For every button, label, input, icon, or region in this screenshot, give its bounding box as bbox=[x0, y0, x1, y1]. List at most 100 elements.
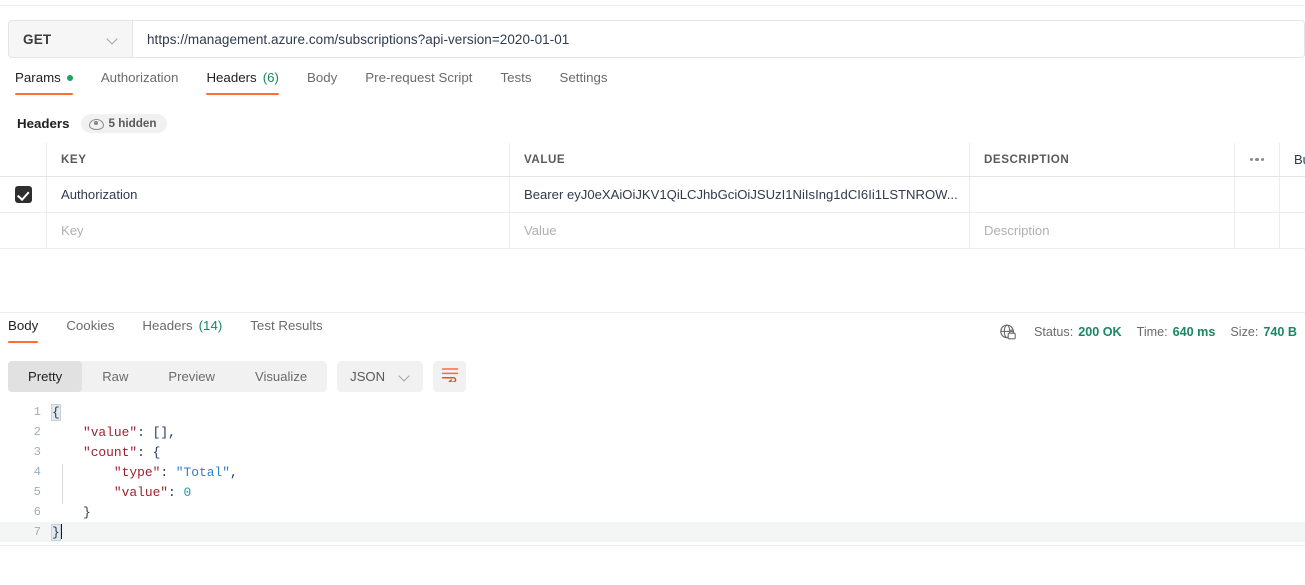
time-value: 640 ms bbox=[1172, 325, 1216, 339]
response-tab-headers-label: Headers bbox=[142, 318, 193, 333]
response-tab-test-results-label: Test Results bbox=[250, 318, 323, 333]
response-size-group: Size: 740 B bbox=[1230, 325, 1297, 339]
table-options-button[interactable] bbox=[1235, 143, 1280, 176]
new-header-key-input[interactable]: Key bbox=[61, 223, 84, 238]
table-row[interactable]: Authorization Bearer eyJ0eXAiOiJKV1QiLCJ… bbox=[0, 177, 1305, 213]
headers-table: KEY VALUE DESCRIPTION Bu Authorization B… bbox=[0, 143, 1305, 249]
header-value-input[interactable]: Bearer eyJ0eXAiOiJKV1QiLCJhbGciOiJSUzI1N… bbox=[524, 187, 958, 202]
table-row[interactable]: Key Value Description bbox=[0, 213, 1305, 249]
tab-params-label: Params bbox=[15, 70, 61, 85]
new-header-value-input[interactable]: Value bbox=[524, 223, 557, 238]
http-method-select[interactable]: GET bbox=[9, 21, 133, 57]
tab-settings-label: Settings bbox=[559, 70, 608, 85]
code-line-text: "value": [], bbox=[82, 424, 176, 440]
code-line[interactable]: 7} bbox=[0, 522, 1305, 542]
chevron-down-icon bbox=[107, 34, 118, 45]
status-label: Status: bbox=[1034, 325, 1074, 339]
time-label: Time: bbox=[1136, 325, 1168, 339]
tab-authorization-label: Authorization bbox=[100, 70, 179, 85]
text-cursor bbox=[60, 524, 63, 539]
tab-body[interactable]: Body bbox=[293, 70, 351, 95]
tab-pre-request-script[interactable]: Pre-request Script bbox=[351, 70, 486, 95]
code-bottom-divider bbox=[0, 545, 1305, 546]
response-tab-test-results[interactable]: Test Results bbox=[236, 318, 336, 343]
bulk-edit-label: Bu bbox=[1294, 152, 1305, 167]
placeholder-checkbox-cell bbox=[0, 213, 47, 248]
code-line[interactable]: 6 } bbox=[0, 502, 1305, 522]
wrap-text-button[interactable] bbox=[433, 360, 467, 392]
headers-title: Headers bbox=[17, 115, 70, 131]
view-mode-preview[interactable]: Preview bbox=[148, 361, 235, 392]
placeholder-more-cell bbox=[1235, 213, 1280, 248]
code-line[interactable]: 1{ bbox=[0, 402, 1305, 422]
view-mode-pretty[interactable]: Pretty bbox=[8, 360, 83, 392]
size-label: Size: bbox=[1230, 325, 1259, 339]
code-line-text: "count": { bbox=[82, 444, 161, 460]
top-divider bbox=[0, 5, 1305, 6]
response-time-group: Time: 640 ms bbox=[1137, 325, 1216, 339]
line-number: 5 bbox=[33, 485, 41, 499]
view-mode-raw[interactable]: Raw bbox=[82, 361, 148, 392]
request-tabs: Params Authorization Headers (6) Body Pr… bbox=[0, 70, 1305, 104]
row-bulk-cell bbox=[1280, 177, 1305, 212]
postman-request-response-pane: GET https://management.azure.com/subscri… bbox=[0, 0, 1305, 585]
tab-headers[interactable]: Headers (6) bbox=[192, 70, 293, 95]
new-header-description-input[interactable]: Description bbox=[984, 223, 1050, 238]
row-checkbox[interactable] bbox=[14, 186, 32, 203]
tab-authorization[interactable]: Authorization bbox=[87, 70, 193, 95]
tab-tests-label: Tests bbox=[500, 70, 532, 85]
response-tab-body-label: Body bbox=[8, 318, 39, 333]
status-code-group: Status: 200 OK bbox=[1034, 325, 1122, 339]
response-tab-body[interactable]: Body bbox=[8, 318, 52, 343]
more-horizontal-icon bbox=[1249, 157, 1265, 162]
response-tabs: Body Cookies Headers (14) Test Results bbox=[0, 318, 1000, 348]
hidden-headers-label: 5 hidden bbox=[108, 116, 157, 130]
http-method-label: GET bbox=[23, 31, 52, 47]
line-number: 7 bbox=[33, 525, 41, 539]
headers-subheader: Headers 5 hidden bbox=[17, 111, 167, 135]
line-number: 1 bbox=[33, 405, 41, 419]
code-line-text: "value": 0 bbox=[113, 484, 192, 500]
response-format-select[interactable]: JSON bbox=[337, 360, 424, 392]
response-tab-cookies[interactable]: Cookies bbox=[52, 318, 128, 343]
tab-tests[interactable]: Tests bbox=[486, 70, 545, 95]
response-view-mode-group: Pretty Raw Preview Visualize bbox=[8, 360, 328, 392]
view-mode-visualize[interactable]: Visualize bbox=[235, 361, 327, 392]
status-value: 200 OK bbox=[1078, 325, 1122, 339]
tab-params[interactable]: Params bbox=[15, 70, 87, 95]
params-modified-dot-icon bbox=[66, 74, 73, 81]
header-key-input[interactable]: Authorization bbox=[61, 187, 137, 202]
code-line[interactable]: 4 "type": "Total", bbox=[0, 462, 1305, 482]
response-tab-headers-count: (14) bbox=[198, 318, 223, 333]
bulk-edit-button[interactable]: Bu bbox=[1280, 143, 1305, 176]
line-number: 4 bbox=[33, 465, 41, 479]
code-line-text: "type": "Total", bbox=[113, 464, 238, 480]
tab-settings[interactable]: Settings bbox=[545, 70, 621, 95]
code-line[interactable]: 5 "value": 0 bbox=[0, 482, 1305, 502]
tab-headers-count: (6) bbox=[262, 70, 279, 85]
line-number: 3 bbox=[33, 445, 41, 459]
response-tab-cookies-label: Cookies bbox=[66, 318, 115, 333]
code-line[interactable]: 3 "count": { bbox=[0, 442, 1305, 462]
globe-lock-icon[interactable] bbox=[999, 323, 1017, 341]
tab-body-label: Body bbox=[306, 70, 338, 85]
code-line[interactable]: 2 "value": [], bbox=[0, 422, 1305, 442]
column-header-value: VALUE bbox=[524, 153, 566, 166]
chevron-down-icon bbox=[399, 371, 410, 382]
column-header-key: KEY bbox=[61, 153, 87, 166]
eye-icon bbox=[89, 118, 105, 130]
response-status-bar: Status: 200 OK Time: 640 ms Size: 740 B bbox=[999, 322, 1297, 342]
placeholder-bulk-cell bbox=[1280, 213, 1305, 248]
table-header-row: KEY VALUE DESCRIPTION Bu bbox=[0, 143, 1305, 177]
pane-divider[interactable] bbox=[0, 312, 1305, 313]
line-number: 2 bbox=[33, 425, 41, 439]
hidden-headers-toggle[interactable]: 5 hidden bbox=[81, 113, 167, 133]
response-body-code[interactable]: 1{2 "value": [], 3 "count": {4 "type": "T… bbox=[0, 402, 1305, 547]
line-number: 6 bbox=[33, 505, 41, 519]
response-tab-headers[interactable]: Headers (14) bbox=[128, 318, 236, 343]
url-input[interactable]: https://management.azure.com/subscriptio… bbox=[133, 21, 1304, 57]
url-bar: GET https://management.azure.com/subscri… bbox=[8, 20, 1305, 58]
response-format-label: JSON bbox=[350, 368, 386, 384]
code-line-text: } bbox=[82, 504, 91, 520]
tab-pre-request-script-label: Pre-request Script bbox=[365, 70, 473, 85]
